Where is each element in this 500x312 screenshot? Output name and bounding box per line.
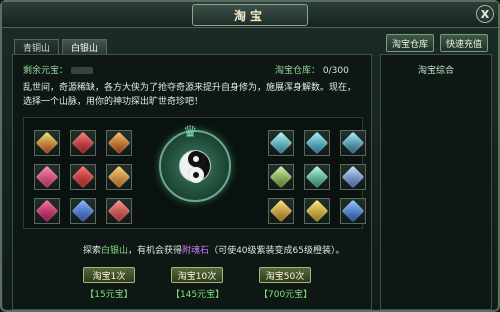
price-1: 【15元宝】 [85,290,133,300]
treasure-slot[interactable] [268,130,294,156]
warehouse-label: 淘宝仓库： [275,66,321,76]
treasure-1-button[interactable]: 淘宝1次 [83,267,135,283]
tab-silver-mountain[interactable]: 白银山 [62,39,107,55]
price-10: 【145元宝】 [171,290,225,300]
treasure-slot[interactable] [106,164,132,190]
treasure-slot[interactable] [340,164,366,190]
treasure-slot[interactable] [34,164,60,190]
title-plate: 淘宝 [192,4,308,26]
explore-prefix: 探索 [83,246,102,256]
side-panel: 淘宝综合 [380,54,492,310]
gem-icon [341,131,365,155]
dragon-icon: ♛ [183,122,198,141]
gem-icon [305,165,329,189]
warehouse-value: 0/300 [322,66,349,76]
warehouse-button[interactable]: 淘宝仓库 [386,34,434,52]
treasure-10-button[interactable]: 淘宝10次 [171,267,223,283]
gem-icon [269,131,293,155]
button-label: 淘宝仓库 [391,39,428,50]
yin-yang-icon [179,150,211,183]
treasure-slot[interactable] [106,198,132,224]
treasure-grid: ♛ [23,117,366,229]
close-button[interactable]: X [476,5,494,23]
window-title: 淘宝 [233,8,266,23]
description-text: 乱世间，奇源稀缺，各方大侠为了抢夺奇源来提升自身修为，施展浑身解数。现在，选择一… [23,83,357,107]
treasure-window: 淘宝 X 青铜山 白银山 淘宝仓库 快速充值 剩余元宝： 淘宝仓库： 0/300… [0,0,500,312]
gem-icon [269,199,293,223]
treasure-slot[interactable] [70,164,96,190]
gem-icon [71,165,95,189]
gem-icon [35,199,59,223]
main-panel: 剩余元宝： 淘宝仓库： 0/300 乱世间，奇源稀缺，各方大侠为了抢夺奇源来提升… [12,54,372,310]
gem-icon [305,131,329,155]
gem-icon [71,199,95,223]
treasure-slot[interactable] [304,198,330,224]
button-label: 淘宝1次 [92,271,126,282]
treasure-slot[interactable] [106,130,132,156]
price-50: 【700元宝】 [259,290,313,300]
explore-info: 探索白银山，有机会获得附魂石（可使40级紫装变成65级橙装）。 [83,243,363,256]
treasure-slot[interactable] [70,198,96,224]
button-label: 快速充值 [445,39,482,50]
gem-icon [107,199,131,223]
gem-icon [35,165,59,189]
treasure-slot[interactable] [304,164,330,190]
treasure-slot[interactable] [304,130,330,156]
tab-label: 青铜山 [22,44,50,54]
explore-mountain: 白银山 [101,246,129,256]
warehouse-capacity: 淘宝仓库： 0/300 [275,63,349,76]
tab-bronze-mountain[interactable]: 青铜山 [14,39,59,55]
titlebar: 淘宝 X [2,2,498,28]
explore-middle: ，有机会获得 [128,246,183,256]
treasure-50-button[interactable]: 淘宝50次 [259,267,311,283]
close-icon: X [480,7,490,21]
gem-icon [269,165,293,189]
quick-recharge-button[interactable]: 快速充值 [440,34,488,52]
gem-icon [35,131,59,155]
gem-icon [107,131,131,155]
button-label: 淘宝10次 [177,271,217,282]
button-label: 淘宝50次 [265,271,305,282]
treasure-slot[interactable] [268,198,294,224]
remaining-label: 剩余元宝： [23,66,69,76]
yin-yang-disc: ♛ [159,122,231,202]
treasure-slot[interactable] [340,130,366,156]
remaining-value-redacted [70,67,93,74]
explore-item: 附魂石 [182,246,210,256]
remaining-ingots: 剩余元宝： [23,63,93,76]
treasure-slot[interactable] [340,198,366,224]
treasure-slot[interactable] [34,198,60,224]
gem-icon [305,199,329,223]
side-panel-title: 淘宝综合 [417,66,454,76]
gem-icon [107,165,131,189]
treasure-slot[interactable] [34,130,60,156]
treasure-slot[interactable] [70,130,96,156]
treasure-slot[interactable] [268,164,294,190]
gem-icon [71,131,95,155]
explore-suffix: （可使40级紫装变成65级橙装）。 [209,246,345,256]
tab-label: 白银山 [70,44,98,54]
gem-icon [341,199,365,223]
gem-icon [341,165,365,189]
